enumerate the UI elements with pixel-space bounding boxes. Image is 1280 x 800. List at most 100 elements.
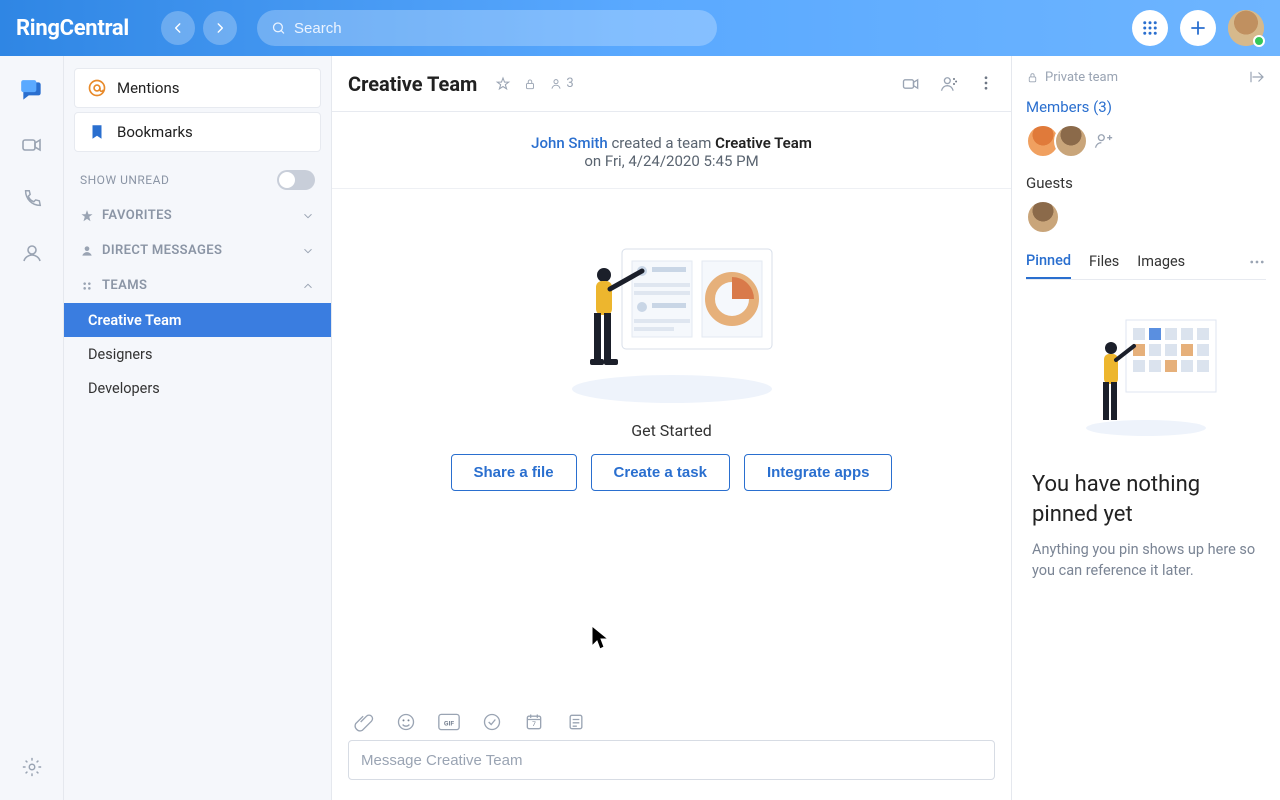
tabs-more-button[interactable]	[1248, 253, 1266, 271]
sidebar-bookmarks-label: Bookmarks	[117, 123, 193, 141]
conversation-column: Creative Team 3 John Smith created a tea…	[332, 56, 1012, 800]
contact-icon	[20, 241, 44, 265]
search-icon	[271, 20, 286, 36]
right-tabs: Pinned Files Images	[1026, 244, 1266, 280]
dialpad-button[interactable]	[1132, 10, 1168, 46]
integrate-apps-button[interactable]: Integrate apps	[744, 454, 893, 491]
illustration-pinned-empty	[1026, 310, 1266, 440]
members-link[interactable]: Members (3)	[1026, 98, 1266, 116]
collapse-panel-button[interactable]	[1248, 68, 1266, 86]
create-task-button[interactable]: Create a task	[591, 454, 730, 491]
rail-settings[interactable]	[19, 754, 45, 780]
emoji-icon	[396, 712, 416, 732]
person-icon	[80, 244, 94, 258]
note-icon	[566, 712, 586, 732]
start-video-button[interactable]	[901, 74, 921, 94]
member-count[interactable]: 3	[549, 76, 573, 91]
message-input-wrapper[interactable]	[348, 740, 995, 780]
dots-icon	[1248, 253, 1266, 271]
plus-icon	[1189, 19, 1207, 37]
section-direct-messages[interactable]: DIRECT MESSAGES	[64, 233, 331, 268]
sidebar-mentions-label: Mentions	[117, 79, 179, 97]
star-outline-icon	[495, 76, 511, 92]
nav-forward-button[interactable]	[203, 11, 237, 45]
guest-avatar[interactable]	[1026, 200, 1060, 234]
phone-icon	[21, 188, 43, 210]
rail-phone[interactable]	[19, 186, 45, 212]
get-started-block: Get Started Share a file Create a task I…	[332, 189, 1011, 501]
video-icon	[20, 133, 44, 157]
team-item-creative[interactable]: Creative Team	[64, 303, 331, 337]
topbar: RingCentral	[0, 0, 1280, 56]
guest-avatars	[1026, 200, 1266, 234]
event-button[interactable]: 7	[524, 712, 544, 732]
teams-icon	[80, 279, 94, 293]
person-plus-icon	[1093, 131, 1113, 151]
calendar-icon: 7	[524, 712, 544, 732]
composer: GIF 7	[332, 702, 1011, 800]
emoji-button[interactable]	[396, 712, 416, 732]
show-unread-toggle[interactable]	[277, 170, 315, 190]
add-member-button[interactable]	[939, 74, 959, 94]
brand-logo: RingCentral	[16, 16, 129, 41]
check-circle-icon	[482, 712, 502, 732]
task-button[interactable]	[482, 712, 502, 732]
guests-heading: Guests	[1026, 174, 1266, 192]
nav-back-button[interactable]	[161, 11, 195, 45]
rail-messages[interactable]	[19, 78, 45, 104]
attach-button[interactable]	[354, 712, 374, 732]
get-started-title: Get Started	[631, 421, 712, 440]
sidebar: Mentions Bookmarks SHOW UNREAD FAVORITES…	[64, 56, 332, 800]
team-item-designers[interactable]: Designers	[64, 337, 331, 371]
member-avatars	[1026, 124, 1266, 158]
share-file-button[interactable]: Share a file	[451, 454, 577, 491]
more-options-button[interactable]	[977, 74, 995, 94]
tab-files[interactable]: Files	[1089, 245, 1119, 278]
profile-avatar[interactable]	[1228, 10, 1264, 46]
sidebar-mentions[interactable]: Mentions	[74, 68, 321, 108]
paperclip-icon	[354, 712, 374, 732]
gif-button[interactable]: GIF	[438, 712, 460, 732]
right-panel: Private team Members (3) Guests Pinned F…	[1012, 56, 1280, 800]
lock-icon	[1026, 71, 1039, 84]
privacy-label: Private team	[1045, 70, 1118, 85]
tab-pinned[interactable]: Pinned	[1026, 244, 1071, 279]
empty-pinned-body: Anything you pin shows up here so you ca…	[1032, 539, 1260, 581]
search-field[interactable]	[257, 10, 717, 46]
chevron-down-icon	[301, 209, 315, 223]
system-message: John Smith created a team Creative Team …	[332, 112, 1011, 189]
sidebar-bookmarks[interactable]: Bookmarks	[74, 112, 321, 152]
sysmsg-actor[interactable]: John Smith	[531, 134, 608, 152]
tab-images[interactable]: Images	[1137, 245, 1185, 278]
new-button[interactable]	[1180, 10, 1216, 46]
person-add-icon	[939, 74, 959, 94]
favorite-star-button[interactable]	[495, 76, 511, 92]
person-small-icon	[549, 77, 563, 91]
section-teams[interactable]: TEAMS	[64, 268, 331, 303]
svg-text:GIF: GIF	[444, 719, 455, 727]
rail-video[interactable]	[19, 132, 45, 158]
section-favorites[interactable]: FAVORITES	[64, 198, 331, 233]
video-icon	[901, 74, 921, 94]
sysmsg-timestamp: on Fri, 4/24/2020 5:45 PM	[332, 152, 1011, 170]
note-button[interactable]	[566, 712, 586, 732]
collapse-icon	[1248, 68, 1266, 86]
at-icon	[87, 78, 107, 98]
chat-icon	[19, 78, 45, 104]
team-item-developers[interactable]: Developers	[64, 371, 331, 405]
member-avatar[interactable]	[1054, 124, 1088, 158]
conversation-header: Creative Team 3	[332, 56, 1011, 112]
lock-icon	[523, 77, 537, 91]
search-input[interactable]	[294, 20, 703, 37]
message-input[interactable]	[361, 752, 982, 769]
show-unread-label: SHOW UNREAD	[80, 173, 169, 187]
rail-contacts[interactable]	[19, 240, 45, 266]
chevron-up-icon	[301, 279, 315, 293]
chevron-down-icon	[301, 244, 315, 258]
gear-icon	[21, 756, 43, 778]
kebab-icon	[977, 74, 995, 92]
add-member-button[interactable]	[1092, 130, 1114, 152]
illustration-welcome	[562, 219, 782, 409]
presence-dot	[1253, 35, 1265, 47]
empty-pinned-title: You have nothing pinned yet	[1032, 470, 1260, 529]
